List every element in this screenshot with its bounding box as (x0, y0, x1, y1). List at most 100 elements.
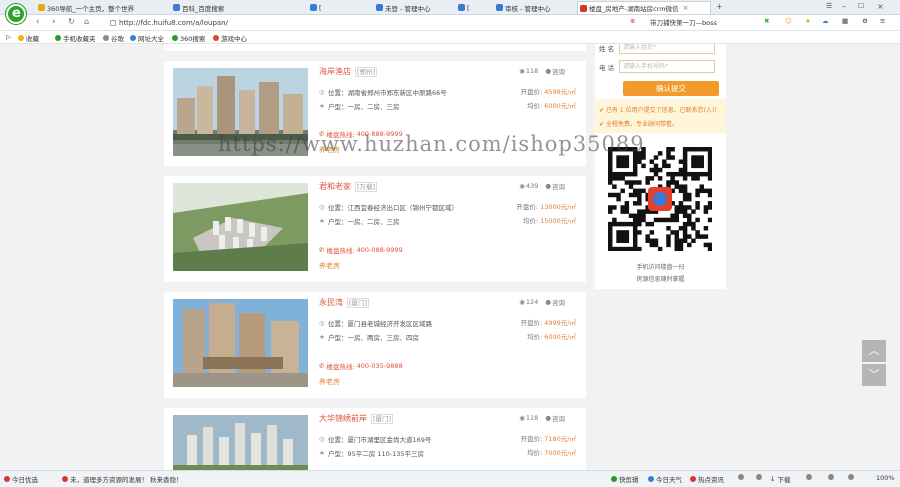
open-price: 开盘价: 7180元/㎡ (520, 435, 576, 443)
fire-icon (4, 476, 10, 482)
listing-title[interactable]: 君和老家 (319, 181, 351, 192)
tab-baidu[interactable]: 百科_百度搜索 (171, 1, 235, 14)
search-hint[interactable]: 带刀捕快第一刀—boss (650, 17, 717, 27)
bookmark-google[interactable]: 谷歌 (103, 33, 124, 43)
listing-title[interactable]: 大华锦绣前岸 (319, 413, 367, 424)
hotline[interactable]: ✆ 楼盘热线: 400-035-9888 (319, 361, 403, 371)
status-item[interactable]: 热点资讯 (690, 474, 724, 484)
phone-label: 电 话 (599, 63, 615, 72)
bookmark-mobile[interactable]: 手机收藏夹 (55, 33, 96, 43)
enquiry-panel: 姓 名 请输入姓名* 电 话 请输入手机号码* 确认提交 ✔ 已有 1 位用户提… (595, 44, 726, 289)
bookmark-favorites[interactable]: 收藏 (18, 33, 39, 43)
hot-icon (690, 476, 696, 482)
sale-tag: 养老房 (319, 262, 340, 270)
submit-button[interactable]: 确认提交 (623, 81, 719, 96)
hotline[interactable]: ✆ 楼盘热线: 400-088-9999 (319, 245, 403, 255)
consult-link[interactable]: ● 咨询 (545, 66, 565, 76)
building-photo[interactable] (173, 299, 308, 387)
more-icon[interactable]: ≡ (880, 17, 885, 25)
tab-admin-1[interactable]: 未登 - 管理中心 (374, 1, 444, 14)
building-photo[interactable] (173, 415, 308, 470)
listing-title-row: 大华锦绣前岸 [厦门] (319, 413, 394, 424)
eye-icon: ◉ (519, 298, 525, 306)
phone-field[interactable]: 请输入手机号码* (619, 60, 715, 73)
browser-logo-icon[interactable]: e (6, 4, 26, 24)
status-icon[interactable] (806, 474, 814, 480)
bookmark-site-directory[interactable]: 网址大全 (130, 33, 164, 43)
notice-line: ✔ 全程免费，专业顾问带看。 (599, 121, 678, 128)
shield-icon (738, 474, 744, 480)
star-icon[interactable]: ★ (805, 17, 811, 25)
tab-favicon-icon (173, 4, 180, 11)
back-icon[interactable]: ‹ (36, 17, 40, 27)
address-bar[interactable]: http://fdc.huifu8.com/a/loupan/ (110, 17, 620, 29)
scroll-down-button[interactable]: ﹀ (862, 364, 886, 386)
status-icon[interactable] (828, 474, 836, 480)
phone-field-row: 电 话 请输入手机号码* (599, 60, 715, 73)
new-tab-button[interactable]: + (716, 2, 723, 11)
tab-favicon-icon (310, 4, 317, 11)
building-photo[interactable] (173, 183, 308, 271)
consult-link[interactable]: ● 咨询 (545, 181, 565, 191)
menu-icon[interactable]: ☰ (826, 2, 832, 10)
video-icon (611, 476, 617, 482)
view-count: 439 (525, 182, 539, 190)
close-window-icon[interactable]: × (877, 2, 884, 11)
screenshot-icon (828, 474, 834, 480)
consult-link[interactable]: ● 咨询 (545, 413, 565, 423)
minimize-icon[interactable]: – (842, 2, 846, 11)
tab-blank-1[interactable]: [ (308, 1, 348, 14)
status-bar: 今日优选 未，道理多方资源的发展！ 秋来香隐！ 快剪辑 今日天气 热点资讯 ↓ 下… (0, 470, 900, 487)
average-price: 均价: 15000元/㎡ (522, 217, 576, 225)
hotline[interactable]: ✆ 楼盘热线: 400-888-9999 (319, 129, 403, 139)
search-engine-icon[interactable]: ⊕ (630, 17, 635, 25)
person-icon: ● (545, 67, 551, 75)
person-icon: ● (545, 182, 551, 190)
status-icon[interactable] (738, 474, 746, 480)
zoom-level[interactable]: 100% (876, 474, 895, 482)
weather-icon[interactable]: ☁ (822, 17, 829, 25)
settings-icon[interactable]: ⚙ (862, 17, 868, 25)
status-item[interactable]: 快剪辑 (611, 474, 639, 484)
open-price: 开盘价: 4598元/㎡ (520, 88, 576, 96)
maximize-icon[interactable]: ☐ (858, 2, 864, 10)
forward-icon[interactable]: › (52, 17, 56, 27)
qr-code (608, 147, 713, 252)
status-icon[interactable] (848, 474, 856, 480)
scroll-up-button[interactable]: ︿ (862, 340, 886, 362)
smile-icon[interactable]: ☺ (785, 17, 792, 25)
location-icon: ◎ (319, 435, 325, 443)
notice-line: ✔ 已有 1 位用户提交了信息、已联系您(入)！ (599, 107, 721, 114)
listing-meta: ◉ 439 ● 咨询 (512, 181, 565, 191)
globe-icon (130, 35, 136, 41)
star-icon (18, 35, 24, 41)
tab-current[interactable]: 楼盘_房地产-湖南站房crm微信 × (577, 1, 711, 14)
tab-blank-2[interactable]: [ (456, 1, 476, 14)
consult-link[interactable]: ● 咨询 (545, 297, 565, 307)
close-tab-icon[interactable]: × (683, 4, 689, 12)
listing-title[interactable]: 永民湾 (319, 297, 343, 308)
listing-title[interactable]: 海岸渔店 (319, 66, 351, 77)
extension-icon[interactable]: ✖ (764, 17, 769, 25)
grid-icon[interactable]: ▦ (842, 17, 848, 25)
volume-icon (806, 474, 812, 480)
status-icon[interactable] (756, 474, 764, 480)
listing-address: ◎ 位置：湖南省郑州市郑东新区中原路66号 (319, 88, 447, 97)
bookmark-games[interactable]: 游戏中心 (213, 33, 247, 43)
status-item[interactable]: 今日天气 (648, 474, 682, 484)
tab-favicon-icon (38, 4, 45, 11)
tab-admin-2[interactable]: 审核 - 管理中心 (494, 1, 570, 14)
building-photo[interactable] (173, 68, 308, 156)
tab-360-home[interactable]: 360导航_一个主页，整个世界 (36, 1, 162, 14)
bookmark-360-search[interactable]: 360搜索 (172, 33, 205, 43)
open-price: 开盘价: 13000元/㎡ (516, 203, 576, 211)
bookmark-toggle-icon[interactable]: ▷ (6, 33, 11, 41)
name-field[interactable]: 请输入姓名* (619, 44, 715, 54)
sale-tag: 养老房 (319, 378, 340, 386)
reload-icon[interactable]: ↻ (68, 17, 75, 26)
news-ticker[interactable]: 未，道理多方资源的发展！ 秋来香隐！ (62, 474, 183, 484)
home-icon[interactable]: ⌂ (84, 17, 89, 26)
navigation-bar: ‹ › ↻ ⌂ http://fdc.huifu8.com/a/loupan/ … (0, 15, 900, 31)
download-item[interactable]: ↓ 下载 (770, 474, 790, 484)
daily-picks[interactable]: 今日优选 (4, 474, 38, 484)
